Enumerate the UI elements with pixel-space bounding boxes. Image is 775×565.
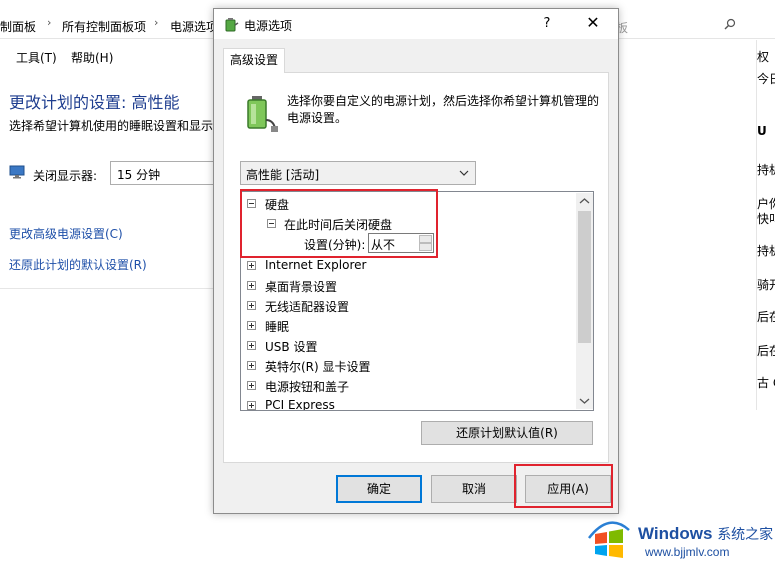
cancel-button[interactable]: 取消	[431, 475, 517, 503]
expand-icon[interactable]	[247, 301, 256, 310]
tree-item-power-buttons-lid[interactable]: 电源按钮和盖子	[241, 376, 571, 394]
right-panel-text: 今日	[757, 72, 775, 86]
tree-item-pci-express[interactable]: PCI Express	[241, 396, 571, 411]
watermark-url: www.bjjmlv.com	[645, 545, 730, 559]
spin-up-icon[interactable]	[419, 235, 432, 243]
tree-item-usb[interactable]: USB 设置	[241, 336, 571, 354]
expand-icon[interactable]	[247, 341, 256, 350]
help-button[interactable]: ?	[536, 13, 558, 35]
tree-item-label: PCI Express	[265, 398, 335, 411]
advanced-settings-panel: 选择你要自定义的电源计划，然后选择你希望计算机管理的电源设置。 高性能 [活动]…	[223, 72, 609, 463]
expand-icon[interactable]	[247, 261, 256, 270]
tree-scrollbar[interactable]	[576, 193, 593, 409]
dialog-title: 电源选项	[244, 19, 293, 33]
watermark-brand-name: Windows	[638, 524, 713, 543]
minutes-stepper[interactable]: 从不	[368, 233, 434, 253]
page-title: 更改计划的设置: 高性能	[9, 93, 180, 112]
chevron-down-icon	[459, 170, 469, 176]
menu-help[interactable]: 帮助(H)	[71, 49, 113, 66]
display-off-select[interactable]: 15 分钟	[110, 161, 214, 185]
tree-item-turn-off-hard-disk[interactable]: 在此时间后关闭硬盘	[241, 214, 571, 232]
scrollbar-thumb[interactable]	[578, 211, 591, 343]
tree-item-label: 无线适配器设置	[265, 300, 350, 314]
right-panel-text: 骑开	[757, 278, 775, 292]
tree-item-label: 桌面背景设置	[265, 280, 338, 294]
tree-item-label: 英特尔(R) 显卡设置	[265, 360, 371, 374]
right-panel-text: 后在	[757, 310, 775, 324]
right-panel-text: 权	[757, 50, 770, 64]
tree-item-label: 在此时间后关闭硬盘	[284, 218, 393, 232]
right-panel-text: U	[757, 124, 767, 138]
intro-text: 选择你要自定义的电源计划，然后选择你希望计算机管理的电源设置。	[287, 94, 600, 125]
tree-item-wireless-adapter[interactable]: 无线适配器设置	[241, 296, 571, 314]
power-options-dialog: 电源选项 ? ✕ 高级设置 选择你要自定义的电源计划，然后选择你希望计算机管理的…	[213, 8, 619, 514]
change-advanced-settings-link[interactable]: 更改高级电源设置(C)	[9, 225, 123, 242]
setting-minutes-label: 设置(分钟):	[304, 238, 366, 252]
right-panel-text: 持机	[757, 163, 775, 177]
power-options-icon	[225, 18, 239, 32]
breadcrumb-separator: ›	[154, 16, 159, 29]
expand-icon[interactable]	[247, 321, 256, 330]
windows-logo-icon	[588, 521, 630, 558]
divider	[0, 288, 213, 289]
breadcrumb-all-items[interactable]: 所有控制面板项	[62, 18, 146, 35]
search-icon[interactable]	[724, 18, 736, 30]
restore-defaults-button[interactable]: 还原计划默认值(R)	[421, 421, 593, 445]
tree-item-hard-disk[interactable]: 硬盘	[241, 194, 571, 212]
breadcrumb-power-options[interactable]: 电源选项	[170, 18, 218, 35]
battery-plug-icon	[247, 96, 278, 132]
scroll-up-icon[interactable]	[576, 193, 593, 210]
right-panel-text: 快叫	[757, 212, 775, 226]
plan-select[interactable]: 高性能 [活动]	[240, 161, 476, 185]
display-icon	[9, 165, 25, 179]
tree-item-intel-graphics[interactable]: 英特尔(R) 显卡设置	[241, 356, 571, 374]
expand-icon[interactable]	[247, 281, 256, 290]
menu-tools[interactable]: 工具(T)	[16, 49, 57, 66]
tree-item-sleep[interactable]: 睡眠	[241, 316, 571, 334]
watermark-brand-suffix: 系统之家	[717, 526, 774, 542]
tree-item-label: USB 设置	[265, 340, 318, 354]
tree-item-label: Internet Explorer	[265, 258, 367, 272]
minutes-input[interactable]: 从不	[371, 236, 395, 253]
breadcrumb-separator: ›	[47, 16, 52, 29]
collapse-icon[interactable]	[267, 219, 276, 228]
close-icon[interactable]: ✕	[581, 12, 605, 36]
tab-advanced-settings[interactable]: 高级设置	[223, 48, 285, 73]
tree-item-label: 睡眠	[265, 320, 290, 334]
spin-down-icon[interactable]	[419, 243, 432, 251]
apply-button[interactable]: 应用(A)	[525, 475, 611, 503]
display-off-label: 关闭显示器:	[33, 169, 98, 183]
right-panel: 权 今日 U 持机 户你 快叫 持机 骑开 后在 后在 古 C	[756, 40, 775, 410]
right-panel-text: 后在	[757, 344, 775, 358]
ok-button[interactable]: 确定	[336, 475, 422, 503]
power-settings-tree[interactable]: 硬盘 在此时间后关闭硬盘 设置(分钟): 从不 Internet Explore…	[240, 191, 594, 411]
dialog-titlebar[interactable]: 电源选项 ? ✕	[214, 9, 618, 39]
tree-item-label: 电源按钮和盖子	[265, 380, 350, 394]
plan-select-value: 高性能 [活动]	[246, 168, 320, 182]
expand-icon[interactable]	[247, 401, 256, 410]
right-panel-text: 持机	[757, 244, 775, 258]
right-panel-text: 古 C	[757, 376, 775, 390]
breadcrumb-control-panel[interactable]: 制面板	[0, 18, 36, 35]
tree-item-internet-explorer[interactable]: Internet Explorer	[241, 256, 571, 274]
tree-item-desktop-background[interactable]: 桌面背景设置	[241, 276, 571, 294]
page-subtitle: 选择希望计算机使用的睡眠设置和显示	[9, 119, 214, 133]
tree-item-label: 硬盘	[265, 198, 290, 212]
restore-plan-defaults-link[interactable]: 还原此计划的默认设置(R)	[9, 256, 147, 273]
collapse-icon[interactable]	[247, 199, 256, 208]
scroll-down-icon[interactable]	[576, 392, 593, 409]
expand-icon[interactable]	[247, 381, 256, 390]
watermark-brand: Windows 系统之家	[638, 524, 773, 544]
expand-icon[interactable]	[247, 361, 256, 370]
